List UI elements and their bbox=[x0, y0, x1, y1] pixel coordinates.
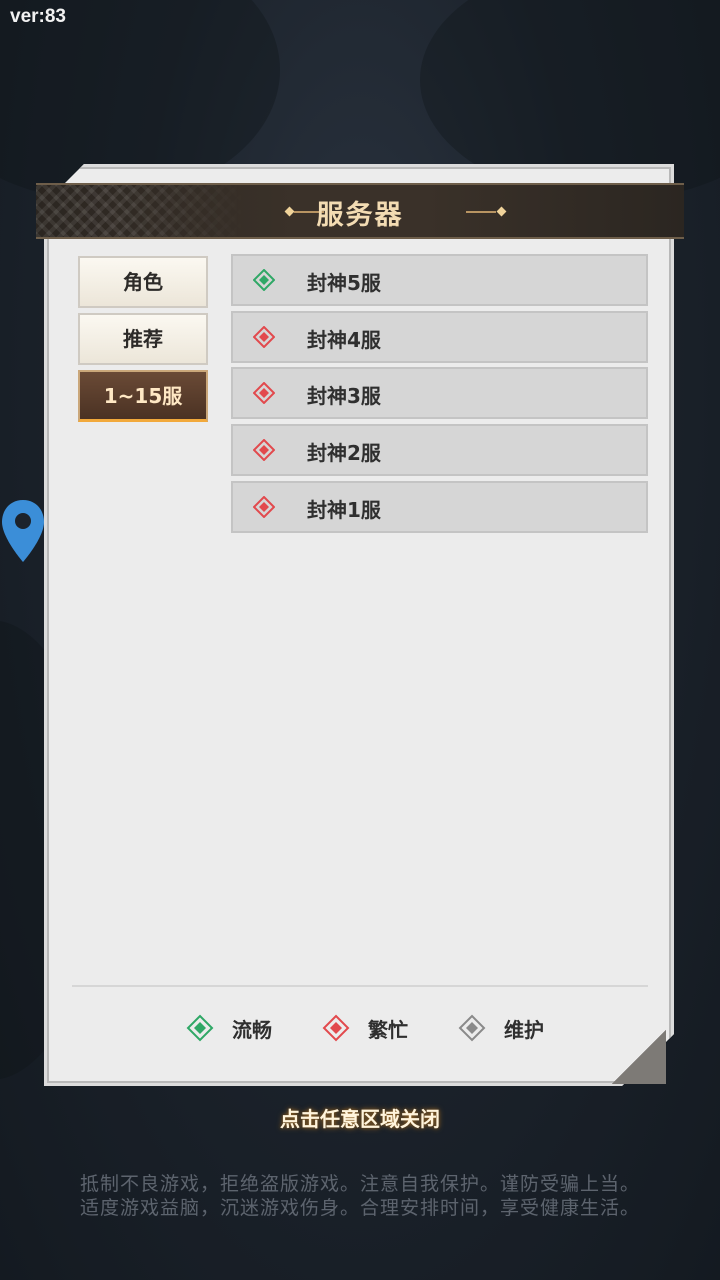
health-notice-line: 抵制不良游戏，拒绝盗版游戏。注意自我保护。谨防受骗上当。 bbox=[79, 1173, 640, 1195]
server-row[interactable]: 封神4服 bbox=[231, 311, 648, 363]
server-name: 封神5服 bbox=[307, 271, 381, 295]
legend-divider bbox=[72, 985, 648, 987]
legend-label: 维护 bbox=[504, 1018, 544, 1042]
diamond-red-icon bbox=[322, 1014, 350, 1042]
server-name: 封神4服 bbox=[307, 328, 381, 352]
server-name: 封神2服 bbox=[307, 441, 381, 465]
dialog-header: 服务器 bbox=[36, 183, 684, 239]
tab-servers-1-15[interactable]: 1~15服 bbox=[78, 370, 208, 422]
legend-busy: 繁忙 bbox=[322, 1012, 422, 1042]
panel-corner-decoration bbox=[612, 1030, 666, 1084]
close-hint[interactable]: 点击任意区域关闭 bbox=[0, 1103, 720, 1132]
server-name: 封神3服 bbox=[307, 384, 381, 408]
diamond-gray-icon bbox=[458, 1014, 486, 1042]
legend-label: 繁忙 bbox=[368, 1018, 408, 1042]
dialog-title: 服务器 bbox=[316, 200, 404, 231]
server-row[interactable]: 封神1服 bbox=[231, 481, 648, 533]
status-busy-icon bbox=[253, 382, 275, 404]
server-row[interactable]: 封神2服 bbox=[231, 424, 648, 476]
legend-maintenance: 维护 bbox=[458, 1012, 558, 1042]
map-pin-icon[interactable] bbox=[0, 498, 46, 566]
tab-role[interactable]: 角色 bbox=[78, 256, 208, 308]
legend-fluent: 流畅 bbox=[186, 1012, 286, 1042]
status-fluent-icon bbox=[253, 269, 275, 291]
status-busy-icon bbox=[253, 439, 275, 461]
status-busy-icon bbox=[253, 496, 275, 518]
legend-label: 流畅 bbox=[232, 1018, 272, 1042]
server-name: 封神1服 bbox=[307, 498, 381, 522]
status-busy-icon bbox=[253, 326, 275, 348]
version-label: ver:83 bbox=[10, 6, 66, 27]
server-row[interactable]: 封神3服 bbox=[231, 367, 648, 419]
tab-recommended[interactable]: 推荐 bbox=[78, 313, 208, 365]
diamond-green-icon bbox=[186, 1014, 214, 1042]
server-row[interactable]: 封神5服 bbox=[231, 254, 648, 306]
header-ornament-right bbox=[466, 206, 508, 217]
health-notice-line: 适度游戏益脑，沉迷游戏伤身。合理安排时间，享受健康生活。 bbox=[79, 1197, 640, 1219]
